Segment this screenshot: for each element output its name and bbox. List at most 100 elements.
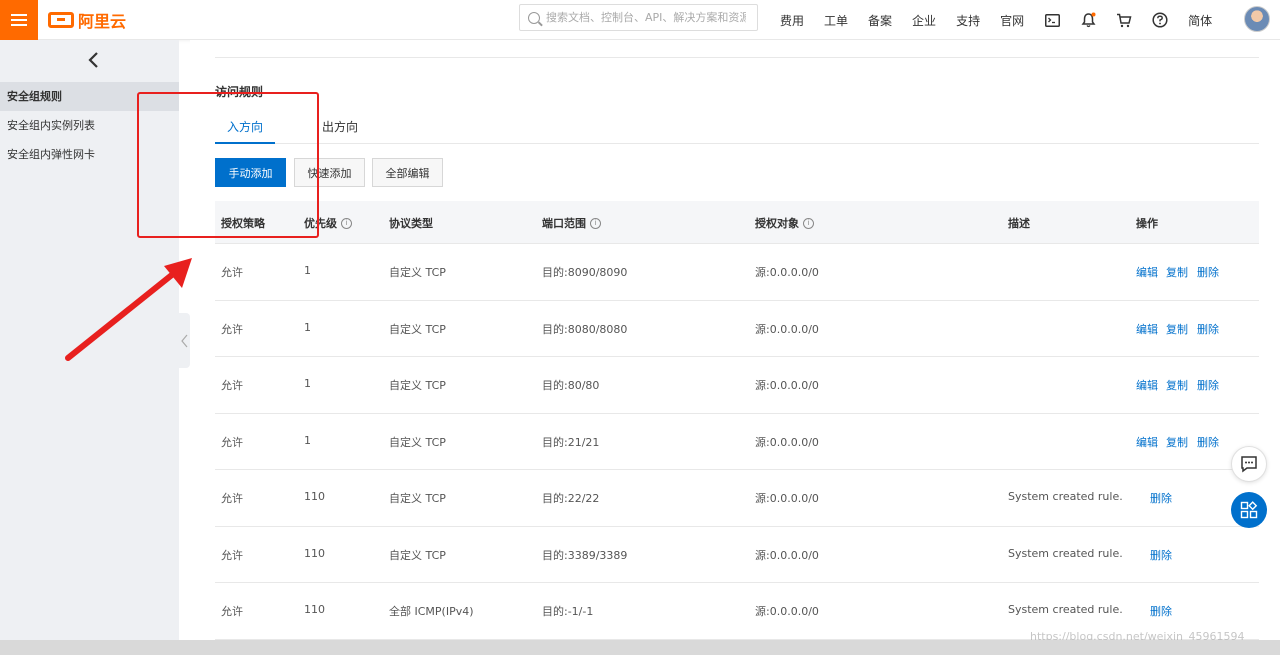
cell-port-range: 目的:80/80	[542, 379, 600, 392]
search-box[interactable]	[519, 4, 758, 31]
annotation-arrow	[65, 258, 192, 361]
cell-protocol: 全部 ICMP(IPv4)	[389, 605, 474, 618]
th-port-range: 端口范围 i	[542, 215, 601, 231]
cell-auth-object: 源:0.0.0.0/0	[755, 266, 819, 279]
edit-all-button[interactable]: 全部编辑	[372, 158, 443, 187]
annotation-box	[137, 92, 319, 238]
delete-link[interactable]: 删除	[1150, 603, 1172, 619]
cell-protocol: 自定义 TCP	[389, 266, 446, 279]
cell-policy: 允许	[221, 322, 243, 336]
delete-link[interactable]: 删除	[1197, 264, 1219, 280]
nav-icp[interactable]: 备案	[868, 12, 892, 29]
cell-policy: 允许	[221, 548, 243, 562]
bell-icon[interactable]	[1079, 11, 1097, 29]
cell-protocol: 自定义 TCP	[389, 322, 446, 336]
cell-policy: 允许	[221, 266, 243, 279]
cell-port-range: 目的:22/22	[542, 492, 600, 505]
cell-port-range: 目的:3389/3389	[542, 548, 628, 562]
cell-protocol: 自定义 TCP	[389, 492, 446, 505]
cell-protocol: 自定义 TCP	[389, 379, 446, 392]
info-icon[interactable]: i	[590, 217, 601, 229]
table-body: 允许 1 自定义 TCP 目的:8090/8090 源:0.0.0.0/0 编辑 复制 删除允…	[215, 244, 1259, 640]
cell-policy: 允许	[221, 435, 243, 449]
delete-link[interactable]: 删除	[1197, 321, 1219, 337]
info-icon[interactable]: i	[803, 217, 814, 229]
aliyun-logo[interactable]: 阿里云	[48, 8, 126, 32]
table-header: 授权策略 优先级 i 协议类型 端口范围 i 授权对象 i 描述 操作	[215, 201, 1259, 244]
top-bar: 阿里云 费用 工单 备案 企业 支持 官网 简体	[0, 0, 1280, 40]
table-row: 允许 1 自定义 TCP 目的:8080/8080 源:0.0.0.0/0 编辑 复制 删除	[215, 301, 1259, 357]
cell-auth-object: 源:0.0.0.0/0	[755, 379, 819, 392]
menu-icon[interactable]	[0, 0, 38, 40]
avatar[interactable]	[1244, 6, 1270, 32]
info-icon[interactable]: i	[341, 217, 352, 229]
nav-tickets[interactable]: 工单	[824, 12, 848, 29]
tab-outbound[interactable]: 出方向	[315, 118, 365, 144]
cell-port-range: 目的:8090/8090	[542, 266, 628, 279]
apps-icon	[1240, 501, 1258, 519]
cell-protocol: 自定义 TCP	[389, 548, 446, 562]
table-row: 允许 110 自定义 TCP 目的:22/22 源:0.0.0.0/0 System cr…	[215, 470, 1259, 527]
delete-link[interactable]: 删除	[1197, 377, 1219, 393]
cell-port-range: 目的:-1/-1	[542, 605, 594, 618]
copy-link[interactable]: 复制	[1166, 264, 1188, 280]
cell-priority: 1	[304, 320, 311, 334]
cell-protocol: 自定义 TCP	[389, 435, 446, 449]
chat-button[interactable]	[1231, 446, 1267, 482]
nav-enterprise[interactable]: 企业	[912, 12, 936, 29]
cell-policy: 允许	[221, 492, 243, 505]
search-icon	[528, 11, 540, 24]
aliyun-logo-icon	[48, 12, 74, 28]
cell-priority: 1	[304, 264, 311, 277]
language-switch[interactable]: 简体	[1188, 12, 1212, 29]
cell-policy: 允许	[221, 605, 243, 618]
help-icon[interactable]	[1151, 11, 1169, 29]
nav-support[interactable]: 支持	[956, 12, 980, 29]
terminal-icon[interactable]	[1043, 11, 1061, 29]
cell-priority: 110	[304, 546, 325, 560]
direction-tabs: 入方向 出方向	[215, 110, 1259, 144]
cell-port-range: 目的:8080/8080	[542, 322, 628, 336]
cell-description: System created rule.	[1008, 490, 1123, 503]
cell-auth-object: 源:0.0.0.0/0	[755, 548, 819, 562]
copy-link[interactable]: 复制	[1166, 377, 1188, 393]
apps-button[interactable]	[1231, 492, 1267, 528]
cell-policy: 允许	[221, 379, 243, 392]
cell-port-range: 目的:21/21	[542, 435, 600, 449]
copy-link[interactable]: 复制	[1166, 321, 1188, 337]
cell-priority: 1	[304, 433, 311, 447]
logo-text: 阿里云	[78, 12, 127, 31]
cell-auth-object: 源:0.0.0.0/0	[755, 322, 819, 336]
th-actions: 操作	[1136, 217, 1158, 230]
delete-link[interactable]: 删除	[1197, 434, 1219, 450]
edit-link[interactable]: 编辑	[1136, 321, 1158, 337]
th-auth-object: 授权对象 i	[755, 215, 814, 231]
delete-link[interactable]: 删除	[1150, 547, 1172, 563]
main-content: 访问规则 入方向 出方向 手动添加 快速添加 全部编辑 授权策略 优先级 i 协议…	[190, 40, 1280, 640]
chat-icon	[1241, 456, 1257, 473]
search-input[interactable]	[546, 11, 746, 24]
cell-auth-object: 源:0.0.0.0/0	[755, 492, 819, 505]
delete-link[interactable]: 删除	[1150, 490, 1172, 506]
back-chevron-icon[interactable]	[84, 50, 104, 70]
table-row: 允许 1 自定义 TCP 目的:8090/8090 源:0.0.0.0/0 编辑 复制 删除	[215, 244, 1259, 301]
table-row: 允许 1 自定义 TCP 目的:21/21 源:0.0.0.0/0 编辑 复制 删除	[215, 414, 1259, 470]
edit-link[interactable]: 编辑	[1136, 434, 1158, 450]
top-nav: 费用 工单 备案 企业 支持 官网 简体	[770, 0, 1222, 40]
cell-priority: 1	[304, 377, 311, 390]
edit-link[interactable]: 编辑	[1136, 264, 1158, 280]
th-protocol: 协议类型	[389, 217, 433, 230]
table-row: 允许 1 自定义 TCP 目的:80/80 源:0.0.0.0/0 编辑 复制 删除	[215, 357, 1259, 414]
divider	[215, 57, 1259, 58]
copy-link[interactable]: 复制	[1166, 434, 1188, 450]
cell-priority: 110	[304, 490, 325, 503]
th-description: 描述	[1008, 217, 1030, 230]
nav-fees[interactable]: 费用	[780, 12, 804, 29]
cell-auth-object: 源:0.0.0.0/0	[755, 435, 819, 449]
cell-description: System created rule.	[1008, 546, 1123, 560]
cell-auth-object: 源:0.0.0.0/0	[755, 605, 819, 618]
edit-link[interactable]: 编辑	[1136, 377, 1158, 393]
bottom-edge	[0, 640, 1280, 655]
nav-official-site[interactable]: 官网	[1000, 12, 1024, 29]
cart-icon[interactable]	[1115, 11, 1133, 29]
